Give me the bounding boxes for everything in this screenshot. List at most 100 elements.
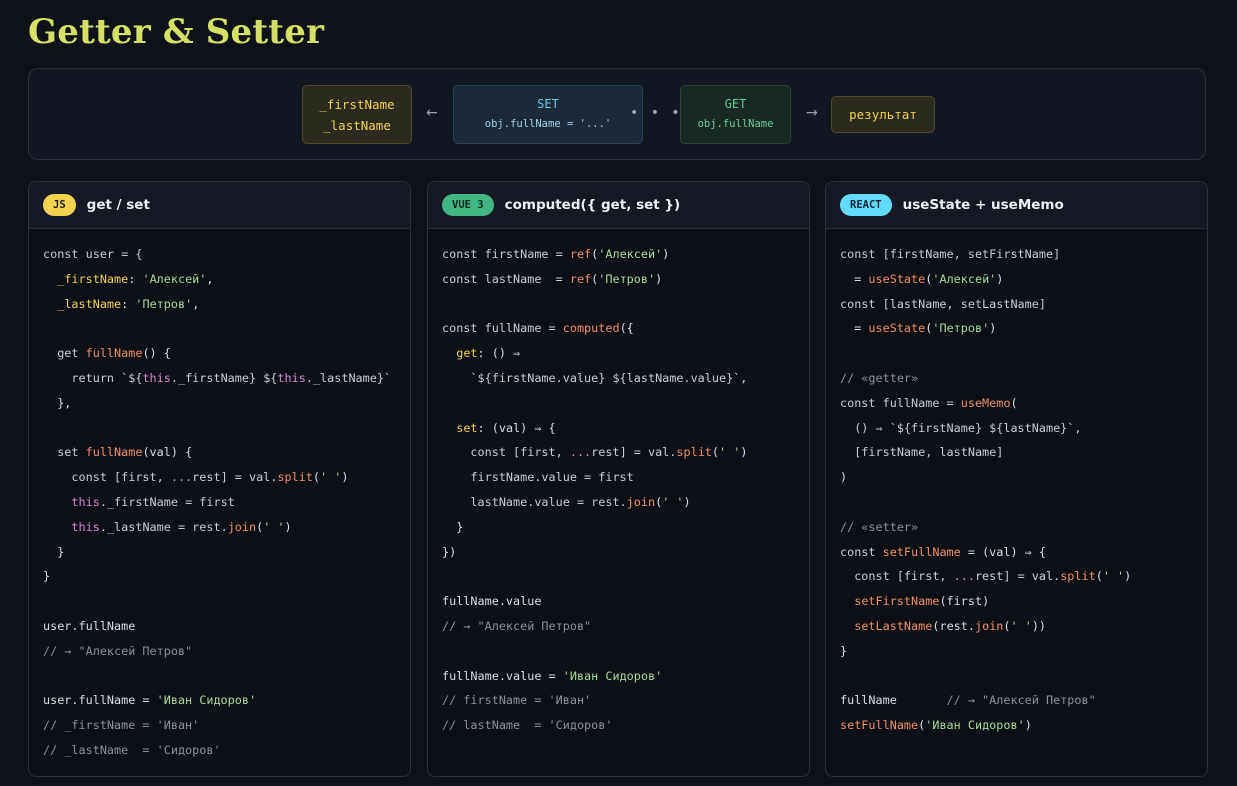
code-line: firstName.value = first bbox=[442, 465, 809, 490]
react-panel: REACT useState + useMemo const [firstNam… bbox=[825, 181, 1208, 777]
code-line: // firstName = 'Иван' bbox=[442, 688, 809, 713]
code-token: split bbox=[1060, 569, 1096, 584]
code-token: ' ' bbox=[1010, 618, 1032, 633]
code-line: } bbox=[442, 515, 809, 540]
code-token: ) bbox=[740, 445, 748, 460]
code-line: ) bbox=[840, 465, 1207, 490]
code-line: } bbox=[43, 540, 410, 565]
flow-diagram: _firstName _lastName ← SET obj.fullName … bbox=[28, 68, 1206, 160]
code-line: const [firstName, setFirstName] bbox=[840, 242, 1207, 267]
code-token: user.fullName = bbox=[43, 693, 157, 708]
code-token: this bbox=[142, 370, 171, 385]
code-line: this._firstName = first bbox=[43, 490, 410, 515]
code-token: setFullName bbox=[882, 544, 961, 559]
code-token: // _lastName = 'Сидоров' bbox=[43, 742, 221, 757]
get-code: obj.fullName bbox=[697, 118, 774, 130]
code-line: set fullName(val) { bbox=[43, 440, 410, 465]
code-token: }, bbox=[43, 395, 72, 410]
code-token: ) bbox=[284, 519, 292, 534]
set-code: obj.fullName = '...' bbox=[484, 118, 612, 130]
code-token: // «getter» bbox=[840, 370, 919, 385]
code-line: const user = { bbox=[43, 242, 410, 267]
code-token: : () ⇒ bbox=[477, 346, 521, 361]
code-line: () ⇒ `${firstName} ${lastName}`, bbox=[840, 416, 1207, 441]
code-token: // «setter» bbox=[840, 519, 919, 534]
code-line: return `${this._firstName} ${this._lastN… bbox=[43, 366, 410, 391]
code-token: this bbox=[71, 494, 100, 509]
code-token: ._lastName = rest. bbox=[99, 519, 228, 534]
code-line: _lastName: 'Петров', bbox=[43, 292, 410, 317]
code-line: _firstName: 'Алексей', bbox=[43, 267, 410, 292]
code-token: set bbox=[456, 420, 478, 435]
code-token: } bbox=[840, 643, 848, 658]
code-token: : bbox=[121, 296, 136, 311]
code-token: ' ' bbox=[263, 519, 285, 534]
code-token: const [firstName, setFirstName] bbox=[840, 247, 1061, 261]
get-box: GET obj.fullName bbox=[680, 85, 791, 144]
js-panel: JS get / set const user = { _firstName: … bbox=[28, 181, 411, 777]
code-token: 'Иван Сидоров' bbox=[925, 718, 1025, 733]
code-line: user.fullName bbox=[43, 614, 410, 639]
code-token: ) bbox=[662, 247, 670, 261]
code-token: get bbox=[456, 346, 478, 361]
code-token: // firstName = 'Иван' bbox=[442, 693, 592, 708]
code-token: 'Иван Сидоров' bbox=[156, 693, 257, 708]
code-token: } bbox=[43, 544, 65, 559]
code-token: () { bbox=[142, 346, 171, 361]
code-line: // «setter» bbox=[840, 515, 1207, 540]
code-token: (first) bbox=[939, 594, 990, 609]
code-token: 'Алексей' bbox=[932, 271, 997, 286]
code-line: // «getter» bbox=[840, 366, 1207, 391]
code-token: // lastName = 'Сидоров' bbox=[442, 718, 613, 733]
code-token: ({ bbox=[619, 321, 634, 336]
code-line: const fullName = computed({ bbox=[442, 316, 809, 341]
code-token: ( bbox=[1003, 618, 1011, 633]
js-panel-title: get / set bbox=[86, 197, 150, 213]
code-token: lastName.value = rest. bbox=[442, 494, 627, 509]
code-line: // _lastName = 'Сидоров' bbox=[43, 738, 410, 763]
code-token: , bbox=[206, 271, 214, 286]
code-token: useMemo bbox=[960, 395, 1011, 410]
code-token: // _firstName = 'Иван' bbox=[43, 718, 200, 733]
code-token: const [first, bbox=[442, 445, 570, 460]
code-line: fullName // → "Алексей Петров" bbox=[840, 688, 1207, 713]
react-panel-title: useState + useMemo bbox=[902, 197, 1064, 213]
arrow-right-icon: → bbox=[806, 105, 818, 121]
vue-badge: VUE 3 bbox=[442, 194, 494, 216]
code-token: this bbox=[277, 370, 306, 385]
code-token: : (val) ⇒ { bbox=[477, 420, 556, 435]
code-line: = useState('Петров') bbox=[840, 316, 1207, 341]
code-line: [firstName, lastName] bbox=[840, 440, 1207, 465]
code-token: setLastName bbox=[854, 618, 933, 633]
code-token: join bbox=[626, 494, 656, 509]
dots-separator: • • • bbox=[630, 105, 684, 121]
vue-code-block: const firstName = ref('Алексей') const la… bbox=[428, 229, 809, 738]
code-token: // → "Алексей Петров" bbox=[43, 643, 193, 658]
code-token: // → "Алексей Петров" bbox=[442, 618, 592, 633]
code-line: const firstName = ref('Алексей') bbox=[442, 242, 809, 267]
code-token: ._firstName = first bbox=[99, 494, 235, 509]
code-token: return `${ bbox=[43, 370, 143, 385]
code-token: ' ' bbox=[662, 494, 684, 509]
set-box: SET obj.fullName = '...' bbox=[453, 85, 643, 144]
code-token: ( bbox=[1010, 395, 1018, 410]
code-token: const bbox=[840, 544, 883, 559]
code-token: set bbox=[43, 445, 86, 460]
code-token: } bbox=[442, 519, 464, 534]
code-line: const lastName = ref('Петров') bbox=[442, 267, 809, 292]
code-token: ._lastName}` bbox=[305, 370, 392, 385]
code-token: ) bbox=[989, 321, 997, 336]
code-token: ... bbox=[569, 445, 592, 460]
code-token: _lastName bbox=[57, 296, 122, 311]
code-token: const firstName = bbox=[442, 247, 570, 261]
code-token: ._firstName} ${ bbox=[170, 370, 278, 385]
